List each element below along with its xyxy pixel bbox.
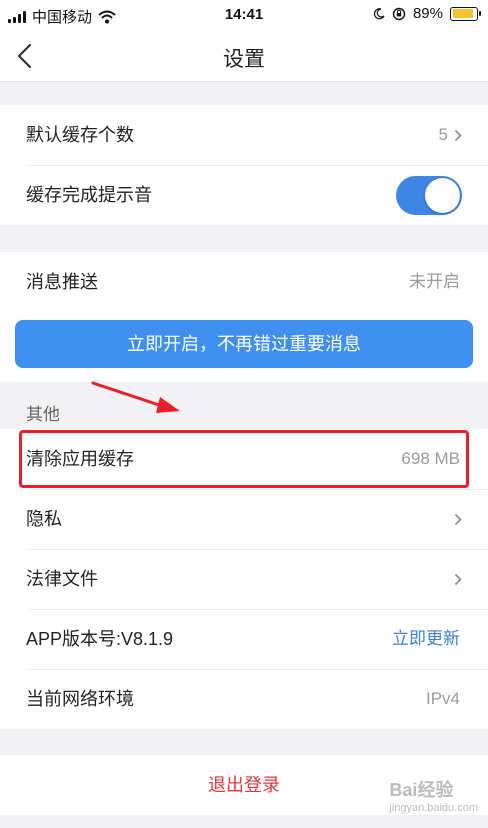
default-cache-count-value: 5 bbox=[438, 125, 448, 144]
network-row: 当前网络环境 IPv4 bbox=[0, 669, 488, 729]
watermark-subtext: jingyan.baidu.com bbox=[389, 802, 478, 814]
version-label: APP版本号:V8.1.9 bbox=[26, 629, 174, 649]
other-section-header: 其他 bbox=[26, 405, 60, 424]
push-status-value: 未开启 bbox=[409, 272, 460, 291]
legal-row[interactable]: 法律文件 bbox=[0, 549, 488, 609]
chevron-right-icon bbox=[454, 513, 462, 526]
toggle-knob bbox=[425, 178, 460, 213]
annotation-arrow-icon bbox=[91, 381, 180, 413]
navigation-bar: 设置 bbox=[0, 30, 488, 82]
chevron-right-icon bbox=[454, 129, 462, 142]
orientation-lock-icon bbox=[392, 7, 406, 20]
legal-label: 法律文件 bbox=[26, 569, 98, 589]
enable-push-button[interactable]: 立即开启，不再错过重要消息 bbox=[15, 320, 473, 368]
update-now-link[interactable]: 立即更新 bbox=[392, 609, 460, 669]
default-cache-count-label: 默认缓存个数 bbox=[26, 125, 134, 145]
annotation-highlight-box bbox=[19, 430, 469, 488]
cache-done-sound-toggle[interactable] bbox=[396, 176, 462, 215]
privacy-row[interactable]: 隐私 bbox=[0, 489, 488, 549]
version-row: APP版本号:V8.1.9 立即更新 bbox=[0, 609, 488, 669]
moon-icon bbox=[373, 7, 385, 19]
status-bar: 中国移动 14:41 89% bbox=[0, 0, 488, 30]
chevron-right-icon bbox=[454, 573, 462, 586]
cache-done-sound-row: 缓存完成提示音 bbox=[0, 165, 488, 225]
cache-done-sound-label: 缓存完成提示音 bbox=[26, 185, 152, 205]
push-row[interactable]: 消息推送 未开启 bbox=[0, 252, 488, 312]
battery-icon bbox=[450, 6, 481, 21]
battery-percent: 89% bbox=[412, 5, 443, 22]
page-title: 设置 bbox=[223, 48, 265, 71]
default-cache-count-row[interactable]: 默认缓存个数 5 bbox=[0, 105, 488, 165]
network-label: 当前网络环境 bbox=[26, 689, 134, 709]
status-right: 89% bbox=[373, 5, 481, 22]
privacy-label: 隐私 bbox=[26, 509, 62, 529]
watermark-logo: Bai经验 jingyan.baidu.com bbox=[389, 776, 478, 814]
network-value: IPv4 bbox=[425, 689, 460, 708]
cache-settings-group: 默认缓存个数 5 缓存完成提示音 bbox=[0, 105, 488, 225]
watermark-text: Bai经验 bbox=[389, 780, 454, 800]
push-label: 消息推送 bbox=[26, 272, 98, 292]
